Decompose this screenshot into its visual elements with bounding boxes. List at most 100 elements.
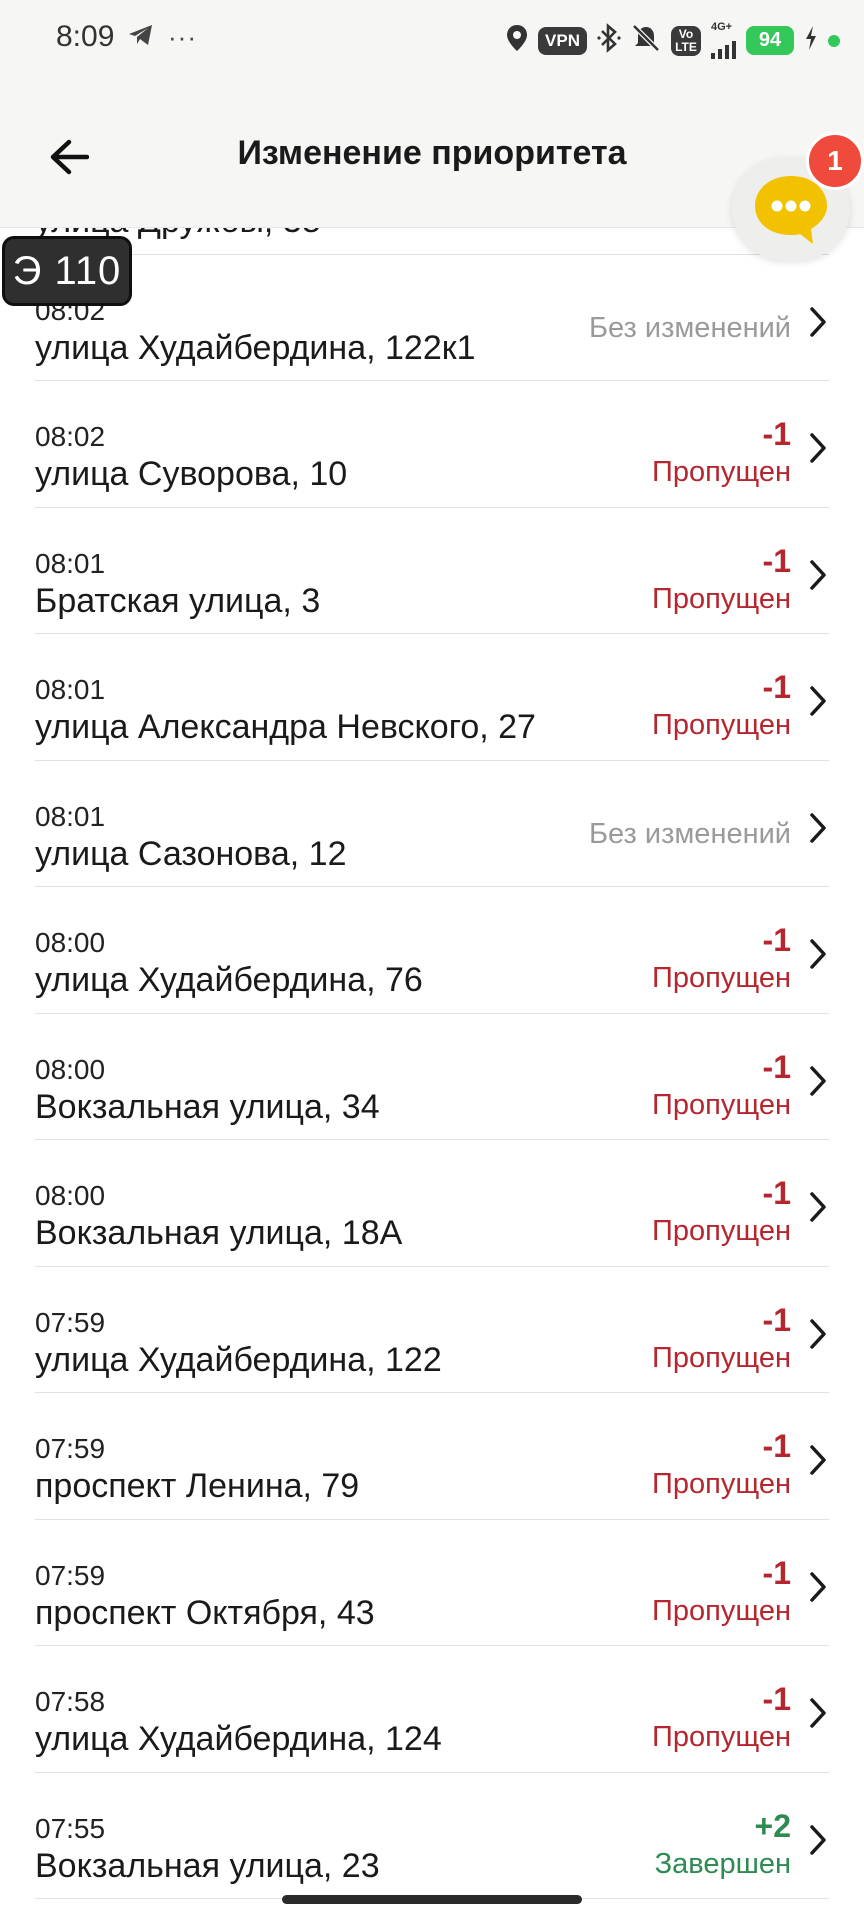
location-icon: [506, 24, 528, 57]
item-priority-change: -1 Пропущен: [652, 542, 791, 618]
item-time: 07:58: [35, 1686, 106, 1717]
status-time: 8:09: [56, 20, 115, 53]
list-item[interactable]: 07:59 улица Худайбердина, 122 -1 Пропущен: [35, 1267, 829, 1393]
priority-delta: -1: [762, 542, 791, 579]
item-time: 08:00: [35, 1053, 106, 1085]
chevron-right-icon: [810, 1571, 826, 1602]
status-label: Без изменений: [589, 311, 791, 344]
priority-delta: -1: [762, 1554, 791, 1591]
priority-delta: -1: [762, 416, 791, 452]
status-label: Пропущен: [652, 962, 791, 994]
priority-delta: -1: [762, 1048, 791, 1085]
item-priority-change: -1 Пропущен: [652, 1427, 791, 1503]
list-item[interactable]: 08:00 Вокзальная улица, 34 -1 Пропущен: [35, 1014, 829, 1140]
chevron-right-icon: [810, 1445, 826, 1475]
item-address: улица Сазонова, 12: [35, 834, 347, 873]
priority-delta: -1: [762, 1681, 791, 1717]
list-item[interactable]: 08:01 Братская улица, 3 -1 Пропущен: [35, 508, 829, 634]
signal-icon: 4G+: [711, 22, 736, 59]
item-time: 07:59: [35, 1433, 106, 1464]
item-address: проспект Ленина, 79: [35, 1467, 360, 1505]
item-time: 08:00: [35, 1180, 106, 1211]
chevron-right-icon: [810, 1192, 826, 1222]
status-label: Пропущен: [652, 709, 791, 741]
battery-indicator: 94: [746, 26, 794, 55]
telegram-icon: [128, 23, 154, 52]
status-label: Пропущен: [652, 582, 791, 615]
list-item[interactable]: 07:59 проспект Октября, 43 -1 Пропущен: [35, 1520, 829, 1646]
item-address: Братская улица, 3: [35, 581, 321, 620]
item-time: 08:02: [35, 421, 106, 452]
item-time: 07:55: [35, 1812, 106, 1844]
chevron-right-icon: [810, 1698, 826, 1728]
status-bar: 8:09 ··· VPN Vo LTE 4G+ 94: [0, 0, 864, 84]
chevron-right-icon: [810, 559, 826, 590]
item-priority-change: -1 Пропущен: [652, 668, 791, 744]
item-time: 08:01: [35, 800, 106, 832]
status-label: Пропущен: [652, 1341, 791, 1374]
status-label: Пропущен: [652, 1468, 791, 1500]
more-notifications-icon: ···: [168, 22, 197, 52]
list-item[interactable]: 08:00 Вокзальная улица, 18А -1 Пропущен: [35, 1140, 829, 1267]
list-item[interactable]: 07:58 улица Худайбердина, 124 -1 Пропущен: [35, 1646, 829, 1773]
status-label: Завершен: [654, 1847, 791, 1880]
item-address: проспект Октября, 43: [35, 1593, 375, 1632]
list-item[interactable]: 07:55 Вокзальная улица, 23 +2 Завершен: [35, 1773, 829, 1899]
chevron-right-icon: [810, 306, 826, 337]
priority-change-list: 08:02улица Дружбы, 3808:02улица Худайбер…: [0, 228, 864, 1920]
item-priority-change: +2 Завершен: [655, 1807, 791, 1883]
item-address: Вокзальная улица, 18А: [35, 1214, 403, 1252]
item-address: улица Худайбердина, 122: [35, 1340, 442, 1379]
status-label: Пропущен: [652, 1721, 791, 1753]
privacy-indicator-dot: [828, 34, 840, 47]
item-address: Вокзальная улица, 34: [35, 1087, 380, 1126]
item-address: Вокзальная улица, 23: [35, 1846, 380, 1885]
item-time: 08:01: [35, 674, 106, 705]
list-item[interactable]: 08:00 улица Худайбердина, 76 -1 Пропущен: [35, 887, 829, 1014]
route-number-overlay: Э 110: [2, 236, 132, 306]
list-item[interactable]: 08:02 улица Худайбердина, 122к1 Без измене…: [35, 255, 829, 381]
charging-icon: [804, 25, 818, 56]
mute-bell-icon: [631, 23, 661, 58]
status-label: Пропущен: [652, 1594, 791, 1627]
bluetooth-icon: [597, 23, 621, 58]
item-address: улица Худайбердина, 122к1: [35, 328, 476, 367]
priority-delta: -1: [762, 1175, 791, 1211]
priority-delta: -1: [762, 1428, 791, 1464]
network-type: 4G+: [711, 21, 733, 33]
item-time: 07:59: [35, 1306, 106, 1338]
list-container: 08:02улица Дружбы, 3808:02улица Худайбер…: [0, 228, 864, 1899]
list-item[interactable]: 08:01 улица Сазонова, 12 Без изменений: [35, 761, 829, 887]
item-priority-change: -1 Пропущен: [652, 921, 791, 997]
list-item[interactable]: 08:02 улица Суворова, 10 -1 Пропущен: [35, 381, 829, 508]
item-priority-change: Без изменений: [589, 309, 791, 347]
priority-delta: +2: [754, 1807, 791, 1844]
priority-delta: -1: [762, 922, 791, 958]
item-address: улица Суворова, 10: [35, 455, 348, 493]
item-address: улица Худайбердина, 76: [35, 961, 423, 999]
volte-badge: Vo LTE: [671, 25, 701, 56]
page-title: Изменение приоритета: [237, 134, 627, 172]
item-priority-change: -1 Пропущен: [652, 1301, 791, 1377]
list-item[interactable]: 08:01 улица Александра Невского, 27 -1 Проп…: [35, 634, 829, 761]
chevron-right-icon: [810, 1824, 826, 1855]
vpn-badge: VPN: [538, 26, 587, 55]
item-priority-change: Без изменений: [589, 815, 791, 853]
item-priority-change: -1 Пропущен: [652, 1048, 791, 1124]
item-time: 08:01: [35, 547, 106, 579]
item-priority-change: -1 Пропущен: [652, 1174, 791, 1250]
home-indicator[interactable]: [282, 1895, 582, 1904]
status-label: Пропущен: [652, 1215, 791, 1247]
item-priority-change: -1 Пропущен: [652, 1680, 791, 1756]
list-item[interactable]: 07:59 проспект Ленина, 79 -1 Пропущен: [35, 1393, 829, 1520]
chat-notification-badge: 1: [806, 132, 864, 190]
item-time: 08:00: [35, 927, 106, 958]
status-label: Без изменений: [589, 817, 791, 850]
status-label: Пропущен: [652, 1088, 791, 1121]
priority-delta: -1: [762, 1301, 791, 1338]
item-priority-change: -1 Пропущен: [652, 1554, 791, 1630]
status-label: Пропущен: [652, 456, 791, 488]
chevron-right-icon: [810, 686, 826, 716]
list-item[interactable]: 08:02улица Дружбы, 38: [35, 228, 829, 255]
chevron-right-icon: [810, 433, 826, 463]
